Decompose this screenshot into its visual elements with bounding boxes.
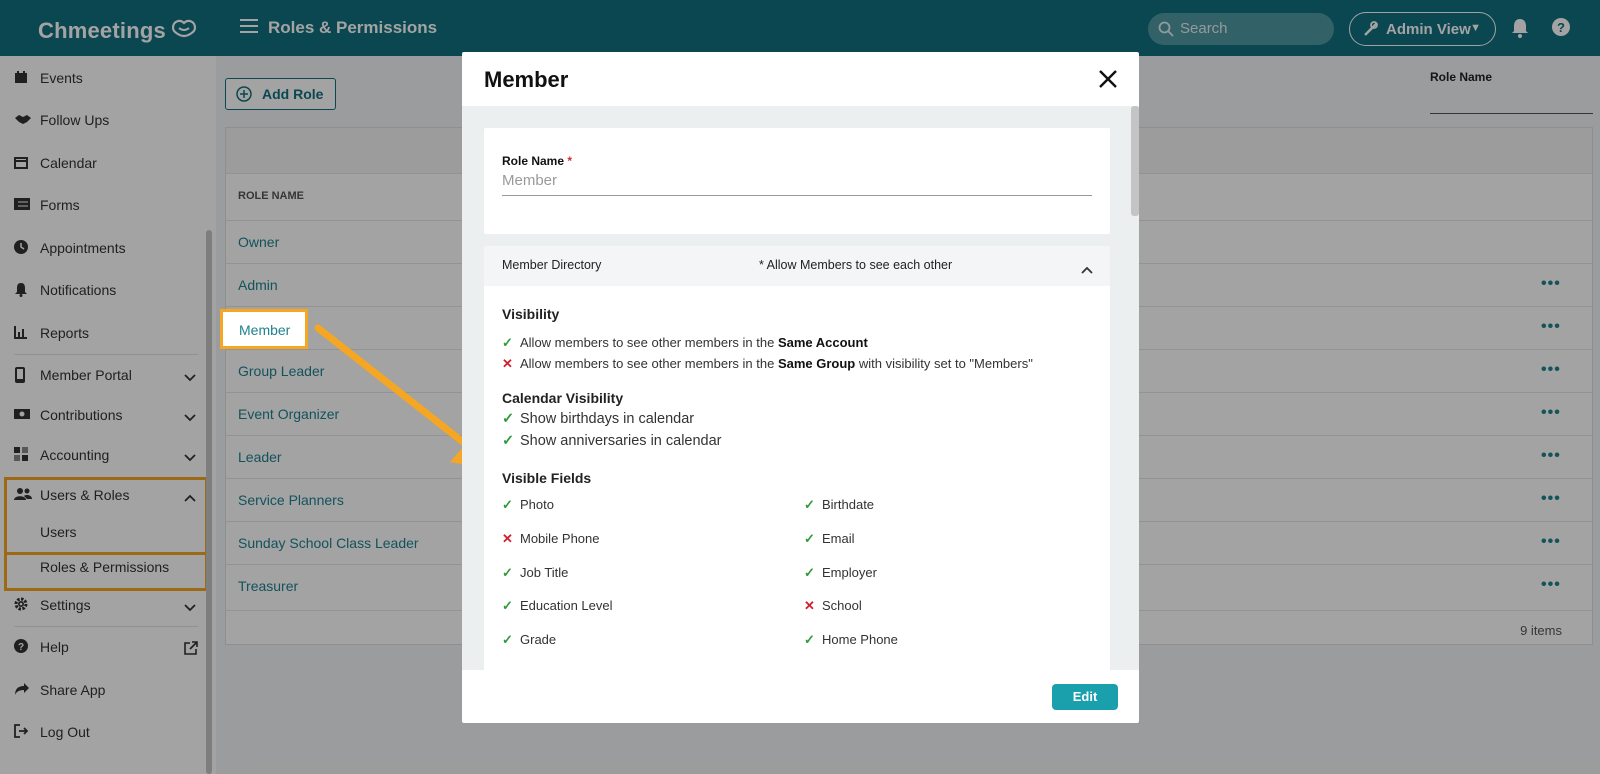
cross-icon: ✕ xyxy=(804,598,815,613)
modal-title: Member xyxy=(484,67,569,92)
check-icon: ✓ xyxy=(502,598,513,613)
check-icon: ✓ xyxy=(502,335,513,350)
modal-body: Role Name * Member Member Directory * Al… xyxy=(462,106,1139,670)
visible-field: ✕ Mobile Phone xyxy=(502,531,600,546)
modal-scrollbar[interactable] xyxy=(1131,106,1139,216)
role-name-label: Role Name * xyxy=(502,154,573,168)
cross-icon: ✕ xyxy=(502,531,513,546)
modal-footer: Edit xyxy=(462,670,1139,723)
role-name-underline xyxy=(502,195,1092,196)
calendar-visibility-item: ✓ Show birthdays in calendar xyxy=(502,411,695,427)
check-icon: ✓ xyxy=(502,632,513,647)
chevron-up-icon[interactable] xyxy=(1081,261,1093,279)
close-icon[interactable] xyxy=(1098,69,1118,94)
member-directory-card: Member Directory * Allow Members to see … xyxy=(484,246,1110,670)
visible-field: ✓ Job Title xyxy=(502,565,569,580)
member-directory-title: Member Directory xyxy=(502,258,602,272)
check-icon: ✓ xyxy=(502,433,515,449)
check-icon: ✓ xyxy=(502,565,513,580)
visibility-heading: Visibility xyxy=(502,306,560,322)
check-icon: ✓ xyxy=(804,497,815,512)
check-icon: ✓ xyxy=(502,497,513,512)
role-name-field[interactable]: Member xyxy=(502,172,557,189)
member-row-highlight[interactable]: Member xyxy=(220,309,308,349)
check-icon: ✓ xyxy=(804,531,815,546)
member-directory-header[interactable]: Member Directory * Allow Members to see … xyxy=(484,246,1110,286)
visible-field: ✓ Education Level xyxy=(502,598,613,613)
role-modal: Member Role Name * Member Member Directo… xyxy=(462,52,1139,723)
modal-header: Member xyxy=(462,52,1139,106)
check-icon: ✓ xyxy=(502,411,515,427)
cross-icon: ✕ xyxy=(502,356,513,371)
check-icon: ✓ xyxy=(804,632,815,647)
visible-field: ✓ Photo xyxy=(502,497,554,512)
visible-fields-heading: Visible Fields xyxy=(502,470,592,486)
visibility-item: ✓ Allow members to see other members in t… xyxy=(502,335,868,350)
visible-field: ✓ Home Phone xyxy=(804,632,898,647)
visible-field: ✓ Grade xyxy=(502,632,557,647)
edit-button[interactable]: Edit xyxy=(1052,684,1118,710)
visible-field: ✓ Employer xyxy=(804,565,877,580)
role-name-card: Role Name * Member xyxy=(484,128,1110,234)
member-row-label: Member xyxy=(239,322,291,338)
member-directory-note: * Allow Members to see each other xyxy=(759,258,953,272)
visible-field: ✓ Email xyxy=(804,531,855,546)
visible-field: ✕ School xyxy=(804,598,862,613)
visibility-item: ✕ Allow members to see other members in t… xyxy=(502,356,1033,371)
check-icon: ✓ xyxy=(804,565,815,580)
visible-field: ✓ Birthdate xyxy=(804,497,875,512)
calendar-visibility-heading: Calendar Visibility xyxy=(502,390,624,406)
calendar-visibility-item: ✓ Show anniversaries in calendar xyxy=(502,433,722,449)
